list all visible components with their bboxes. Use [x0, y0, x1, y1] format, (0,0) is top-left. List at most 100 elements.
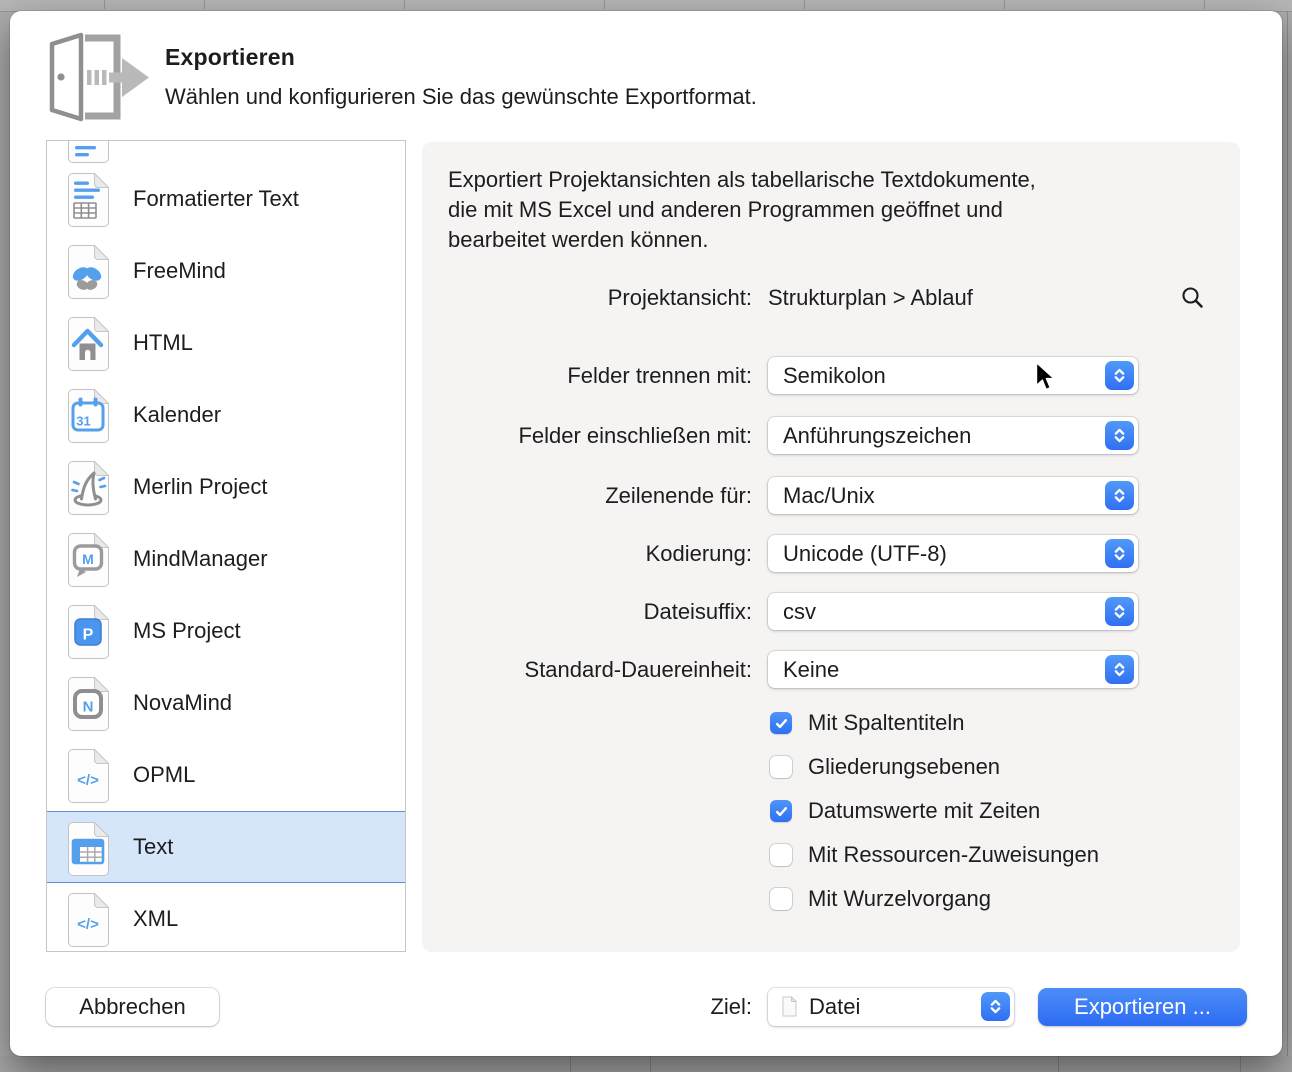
- checkbox-label: Mit Spaltentiteln: [808, 709, 965, 737]
- export-dialog: Exportieren Wählen und konfigurieren Sie…: [10, 11, 1282, 1056]
- format-label: NovaMind: [133, 690, 232, 716]
- checkbox-row-mit-ressourcen-zuweisungen[interactable]: Mit Ressourcen-Zuweisungen: [770, 841, 1210, 869]
- option-label: Kodierung:: [422, 535, 752, 572]
- format-label: HTML: [133, 330, 193, 356]
- format-label: MS Project: [133, 618, 241, 644]
- description-line: die mit MS Excel und anderen Programmen …: [448, 195, 1218, 225]
- option-label: Felder einschließen mit:: [422, 417, 752, 454]
- svg-text:</>: </>: [77, 772, 99, 789]
- svg-text:P: P: [83, 627, 94, 644]
- page-subtitle: Wählen und konfigurieren Sie das gewünsc…: [165, 84, 757, 110]
- description-line: bearbeitet werden können.: [448, 225, 1218, 255]
- option-label: Dateisuffix:: [422, 593, 752, 630]
- checkbox-label: Mit Wurzelvorgang: [808, 885, 991, 913]
- export-button[interactable]: Exportieren ...: [1038, 988, 1247, 1026]
- search-icon[interactable]: [1180, 285, 1206, 311]
- background-table-line: [1004, 0, 1005, 9]
- option-label: Felder trennen mit:: [422, 357, 752, 394]
- background-table-line: [1058, 1056, 1059, 1072]
- sidebar-item-html[interactable]: HTML: [47, 307, 405, 379]
- dropdown-zeilenende-f-r[interactable]: Mac/Unix: [768, 477, 1138, 514]
- svg-text:M: M: [82, 551, 94, 567]
- code-brackets-icon: </>: [66, 748, 110, 804]
- format-label: Kalender: [133, 402, 221, 428]
- option-row-standard-dauereinheit: Standard-Dauereinheit:Keine: [422, 651, 1240, 688]
- format-label: XML: [133, 906, 178, 932]
- sidebar-item-kalender[interactable]: 31 Kalender: [47, 379, 405, 451]
- checkbox-row-mit-spaltentiteln[interactable]: Mit Spaltentiteln: [770, 709, 1210, 737]
- formatted-text-icon: [66, 172, 110, 228]
- option-row-zeilenende-f-r: Zeilenende für:Mac/Unix: [422, 477, 1240, 514]
- dropdown-value: Keine: [783, 657, 839, 683]
- checkbox-row-datumswerte-mit-zeiten[interactable]: Datumswerte mit Zeiten: [770, 797, 1210, 825]
- svg-text:</>: </>: [77, 916, 99, 933]
- sidebar-item-mindmanager[interactable]: MMindManager: [47, 523, 405, 595]
- background-table-line: [804, 0, 805, 9]
- checkbox-unchecked[interactable]: [770, 844, 792, 866]
- sidebar-item-text[interactable]: Text: [47, 811, 405, 883]
- format-list: Formatierter Text FreeMind HTML 31 Kalend…: [46, 140, 406, 952]
- dropdown-value: Anführungszeichen: [783, 423, 971, 449]
- format-label: Merlin Project: [133, 474, 267, 500]
- sidebar-item-xml[interactable]: </> XML: [47, 883, 405, 952]
- cancel-button[interactable]: Abbrechen: [46, 988, 219, 1026]
- option-row-felder-trennen-mit: Felder trennen mit: Semikolon: [422, 357, 1240, 394]
- background-table-row: [0, 1056, 1292, 1072]
- dropdown-standard-dauereinheit[interactable]: Keine: [768, 651, 1138, 688]
- background-table-line: [404, 0, 405, 9]
- dropdown-value: Mac/Unix: [783, 483, 875, 509]
- chevron-up-down-icon: [1105, 655, 1134, 684]
- dropdown-dateisuffix[interactable]: csv: [768, 593, 1138, 630]
- code-brackets-icon: </>: [66, 892, 110, 948]
- background-table-line: [104, 0, 105, 9]
- dropdown-value: csv: [783, 599, 816, 625]
- freemind-butterfly-icon: [66, 244, 110, 300]
- text-table-icon: [66, 821, 110, 877]
- target-label: Ziel:: [640, 994, 752, 1020]
- checkbox-label: Datumswerte mit Zeiten: [808, 797, 1040, 825]
- format-label: FreeMind: [133, 258, 226, 284]
- checkbox-checked[interactable]: [770, 800, 792, 822]
- merlin-hat-icon: [66, 460, 110, 516]
- sidebar-item-novamind[interactable]: NNovaMind: [47, 667, 405, 739]
- html-house-icon: [66, 316, 110, 372]
- option-row-dateisuffix: Dateisuffix: csv: [422, 593, 1240, 630]
- format-label: Formatierter Text: [133, 186, 299, 212]
- background-table-line: [204, 0, 205, 9]
- sidebar-item-merlin-project[interactable]: Merlin Project: [47, 451, 405, 523]
- background-table-line: [604, 0, 605, 9]
- dropdown-value: Semikolon: [783, 363, 886, 389]
- option-row-kodierung: Kodierung: Unicode (UTF-8): [422, 535, 1240, 572]
- checkbox-checked[interactable]: [770, 712, 792, 734]
- sidebar-item-formatierter-text[interactable]: Formatierter Text: [47, 163, 405, 235]
- ms-project-icon: P: [66, 604, 110, 660]
- dropdown-kodierung[interactable]: Unicode (UTF-8): [768, 535, 1138, 572]
- svg-text:31: 31: [76, 414, 90, 429]
- chevron-up-down-icon: [1105, 421, 1134, 450]
- sidebar-item-ms-project[interactable]: P MS Project: [47, 595, 405, 667]
- project-view-value: Strukturplan > Ablauf: [768, 285, 973, 311]
- format-description: Exportiert Projektansichten als tabellar…: [448, 165, 1218, 255]
- background-table-line: [570, 1056, 571, 1072]
- dropdown-value: Unicode (UTF-8): [783, 541, 947, 567]
- checkbox-row-mit-wurzelvorgang[interactable]: Mit Wurzelvorgang: [770, 885, 1210, 913]
- sidebar-item-freemind[interactable]: FreeMind: [47, 235, 405, 307]
- checkbox-unchecked[interactable]: [770, 756, 792, 778]
- export-door-arrow-icon: [43, 29, 161, 125]
- export-options: Exportiert Projektansichten als tabellar…: [422, 142, 1240, 952]
- target-dropdown[interactable]: Datei: [768, 988, 1014, 1026]
- background-table-line: [1240, 1056, 1241, 1072]
- file-icon: [781, 996, 798, 1017]
- option-row-felder-einschlie-en-mit: Felder einschließen mit: Anführungszeiche…: [422, 417, 1240, 454]
- dropdown-felder-einschlie-en-mit[interactable]: Anführungszeichen: [768, 417, 1138, 454]
- target-dropdown-value: Datei: [809, 994, 860, 1020]
- chevron-up-down-icon: [1105, 481, 1134, 510]
- partial-page-icon: [66, 140, 110, 164]
- sidebar-item-opml[interactable]: </>OPML: [47, 739, 405, 811]
- checkbox-unchecked[interactable]: [770, 888, 792, 910]
- dropdown-felder-trennen-mit[interactable]: Semikolon: [768, 357, 1138, 394]
- chevron-up-down-icon: [1105, 597, 1134, 626]
- chevron-up-down-icon: [1105, 361, 1134, 390]
- mindmanager-bubble-icon: M: [66, 532, 110, 588]
- checkbox-row-gliederungsebenen[interactable]: Gliederungsebenen: [770, 753, 1210, 781]
